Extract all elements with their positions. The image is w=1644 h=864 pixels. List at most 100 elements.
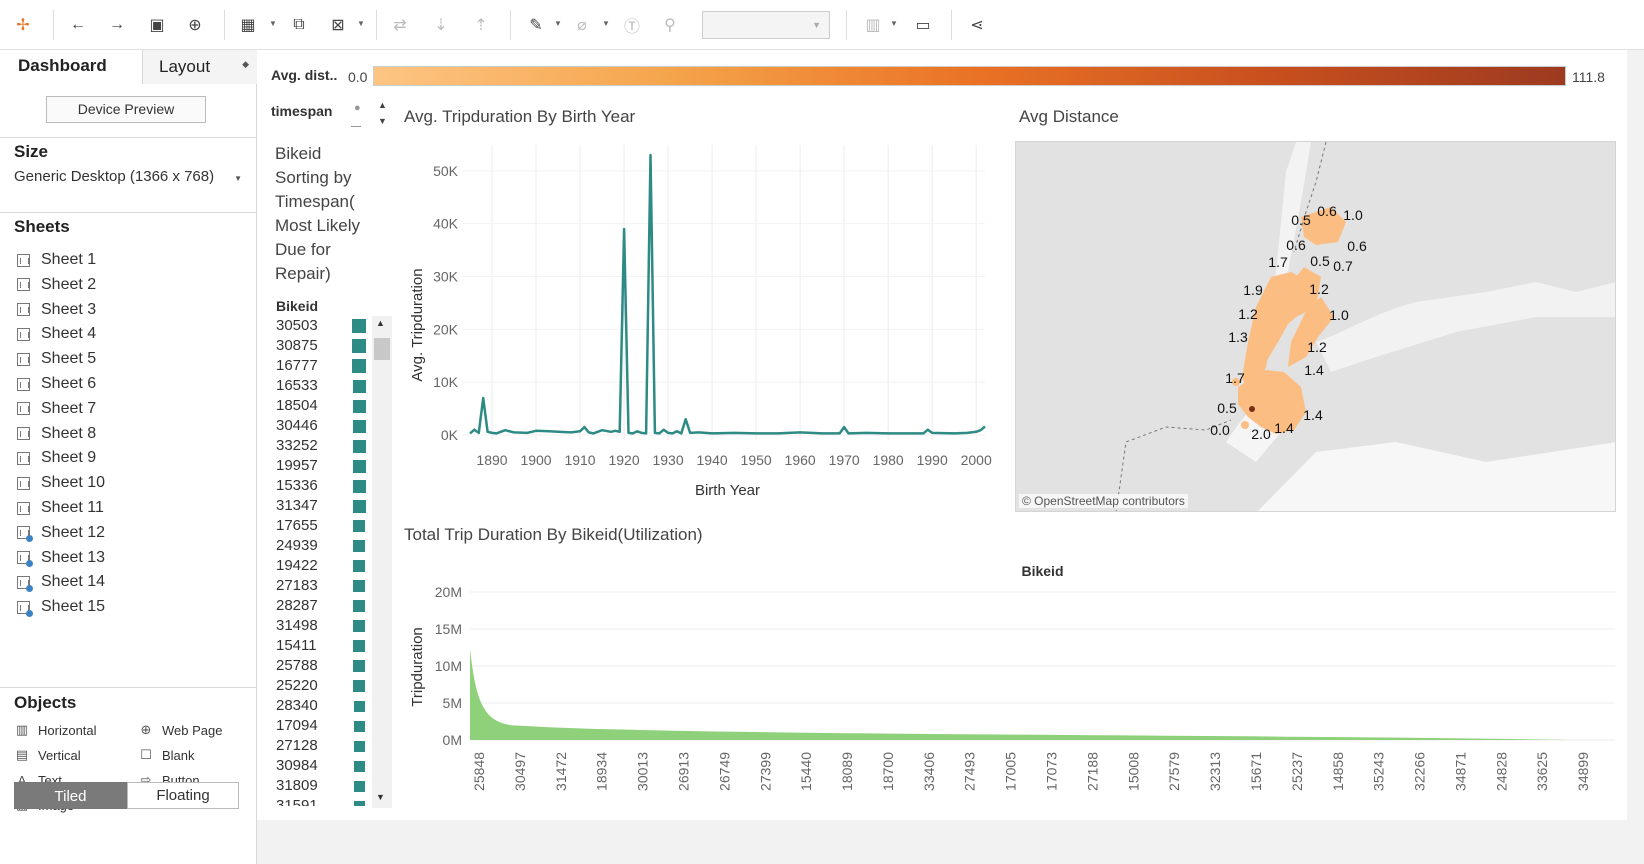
presentation-icon[interactable]: ▭ <box>911 13 935 37</box>
show-me-icon[interactable]: ▥ <box>861 13 885 37</box>
bikeid-row[interactable]: 31347 <box>270 496 370 516</box>
size-select[interactable]: Generic Desktop (1366 x 768) ▼ <box>14 168 242 185</box>
map-credit[interactable]: © OpenStreetMap contributors <box>1019 494 1188 508</box>
scroll-down-icon[interactable]: ▼ <box>376 792 385 802</box>
bikeid-row[interactable]: 30875 <box>270 336 370 356</box>
area-chart[interactable]: Bikeid 0M 5M 10M 15M 20M Tripduration 25848 3049… <box>400 552 1620 816</box>
color-legend-bar[interactable] <box>373 66 1566 86</box>
chevron-down-icon[interactable]: ▼ <box>602 19 610 28</box>
redo-icon[interactable]: → <box>105 13 129 37</box>
line-series[interactable] <box>469 153 986 435</box>
tableau-logo-icon[interactable]: ✢ <box>11 13 35 37</box>
map-data-label: 1.2 <box>1238 306 1258 322</box>
sheet-item[interactable]: Sheet 7 <box>17 397 96 421</box>
chevron-down-icon[interactable]: ▼ <box>269 19 277 28</box>
pin-icon[interactable]: ⚲ <box>658 13 682 37</box>
bikeid-row[interactable]: 16533 <box>270 376 370 396</box>
object-item[interactable]: ▥ Horizontal <box>14 720 97 740</box>
bikeid-scrollbar[interactable]: ▲ ▼ <box>372 316 392 808</box>
tab-layout[interactable]: Layout ◆ <box>142 50 257 84</box>
x-tick-label: 30497 <box>512 752 528 791</box>
sheet-item[interactable]: Sheet 3 <box>17 298 96 322</box>
bikeid-row[interactable]: 30984 <box>270 756 370 776</box>
bikeid-row[interactable]: 24939 <box>270 536 370 556</box>
sheet-item[interactable]: Sheet 13 <box>17 546 105 570</box>
share-icon[interactable]: ⋖ <box>965 13 989 37</box>
station-dot[interactable] <box>1249 406 1255 412</box>
sheet-item[interactable]: Sheet 5 <box>17 347 96 371</box>
scroll-up-icon[interactable]: ▲ <box>376 318 385 328</box>
bikeid-row[interactable]: 30503 <box>270 316 370 336</box>
group-icon[interactable]: ⌀ <box>570 13 594 37</box>
station-dot[interactable] <box>1241 421 1249 429</box>
fit-select[interactable]: ▼ <box>702 11 830 39</box>
sheet-item[interactable]: Sheet 11 <box>17 496 104 520</box>
device-preview-button[interactable]: Device Preview <box>46 96 206 123</box>
bikeid-row[interactable]: 19957 <box>270 456 370 476</box>
sheet-item[interactable]: Sheet 9 <box>17 446 96 470</box>
save-icon[interactable]: ▣ <box>145 13 169 37</box>
bikeid-row[interactable]: 27128 <box>270 736 370 756</box>
duplicate-icon[interactable]: ⧉ <box>287 13 311 37</box>
bikeid-value: 19957 <box>276 457 318 474</box>
x-tick-label: 26913 <box>675 752 691 791</box>
tab-dashboard[interactable]: Dashboard <box>0 50 142 84</box>
swap-icon[interactable]: ⇄ <box>388 13 412 37</box>
object-item[interactable]: ☐ Blank <box>138 745 194 765</box>
sheet-item[interactable]: Sheet 2 <box>17 273 96 297</box>
bikeid-row[interactable]: 31591 <box>270 796 370 806</box>
bikeid-mark <box>352 439 366 453</box>
bikeid-row[interactable]: 25220 <box>270 676 370 696</box>
timespan-slider-handle[interactable]: ● <box>354 102 361 114</box>
new-sheet-icon[interactable]: ▦ <box>236 13 260 37</box>
y-tick-label: 20M <box>435 584 462 600</box>
tiled-button[interactable]: Tiled <box>14 782 127 809</box>
chevron-down-icon[interactable]: ▼ <box>890 19 898 28</box>
bikeid-row[interactable]: 27183 <box>270 576 370 596</box>
chevron-down-icon[interactable]: ▼ <box>554 19 562 28</box>
bikeid-row[interactable]: 15336 <box>270 476 370 496</box>
sheet-item[interactable]: Sheet 12 <box>17 521 105 545</box>
sheet-item[interactable]: Sheet 14 <box>17 570 105 594</box>
highlight-icon[interactable]: ✎ <box>524 13 548 37</box>
sheet-item[interactable]: Sheet 15 <box>17 595 105 619</box>
sheet-item[interactable]: Sheet 8 <box>17 422 96 446</box>
sort-asc-icon[interactable]: ⇣ <box>429 13 453 37</box>
clear-icon[interactable]: ⊠ <box>326 13 350 37</box>
bikeid-row[interactable]: 16777 <box>270 356 370 376</box>
sheet-item[interactable]: Sheet 1 <box>17 248 96 272</box>
chevron-down-icon[interactable]: ▼ <box>357 19 365 28</box>
bikeid-row[interactable]: 30446 <box>270 416 370 436</box>
bikeid-row[interactable]: 15411 <box>270 636 370 656</box>
sheet-item[interactable]: Sheet 4 <box>17 322 96 346</box>
add-datasource-icon[interactable]: ⊕ <box>183 13 207 37</box>
y-tick-label: 15M <box>435 621 462 637</box>
stepper-down-icon[interactable]: ▼ <box>378 116 387 126</box>
area-series[interactable] <box>470 648 1615 740</box>
bikeid-row[interactable]: 28287 <box>270 596 370 616</box>
bikeid-row[interactable]: 25788 <box>270 656 370 676</box>
floating-button[interactable]: Floating <box>127 782 239 809</box>
bikeid-row[interactable]: 17094 <box>270 716 370 736</box>
bikeid-row[interactable]: 31809 <box>270 776 370 796</box>
sheet-item[interactable]: Sheet 6 <box>17 372 96 396</box>
scroll-thumb[interactable] <box>374 338 390 360</box>
line-chart[interactable]: 0K 10K 20K 30K 40K 50K 1890 1900 1910 1920 1930 194… <box>400 135 1000 515</box>
map-data-label: 0.5 <box>1310 253 1330 269</box>
bikeid-row[interactable]: 33252 <box>270 436 370 456</box>
bikeid-row[interactable]: 17655 <box>270 516 370 536</box>
timespan-slider-track[interactable] <box>351 126 361 127</box>
stepper-up-icon[interactable]: ▲ <box>378 100 387 110</box>
bikeid-row[interactable]: 31498 <box>270 616 370 636</box>
sort-desc-icon[interactable]: ⇡ <box>469 13 493 37</box>
label-icon[interactable]: Ⓣ <box>620 13 644 37</box>
avg-distance-map[interactable]: 0.5 0.6 1.0 0.6 0.6 0.5 0.7 1.7 1.9 1.2 1.2 1.0 1.3 1… <box>1015 141 1616 512</box>
undo-icon[interactable]: ← <box>66 13 90 37</box>
bikeid-row[interactable]: 19422 <box>270 556 370 576</box>
object-item[interactable]: ▤ Vertical <box>14 745 81 765</box>
object-item[interactable]: ⊕ Web Page <box>138 720 223 740</box>
sheet-item[interactable]: Sheet 10 <box>17 471 105 495</box>
bikeid-row[interactable]: 18504 <box>270 396 370 416</box>
bikeid-row[interactable]: 28340 <box>270 696 370 716</box>
dashboard-pane: Dashboard Layout ◆ Device Preview Size G… <box>0 50 257 864</box>
